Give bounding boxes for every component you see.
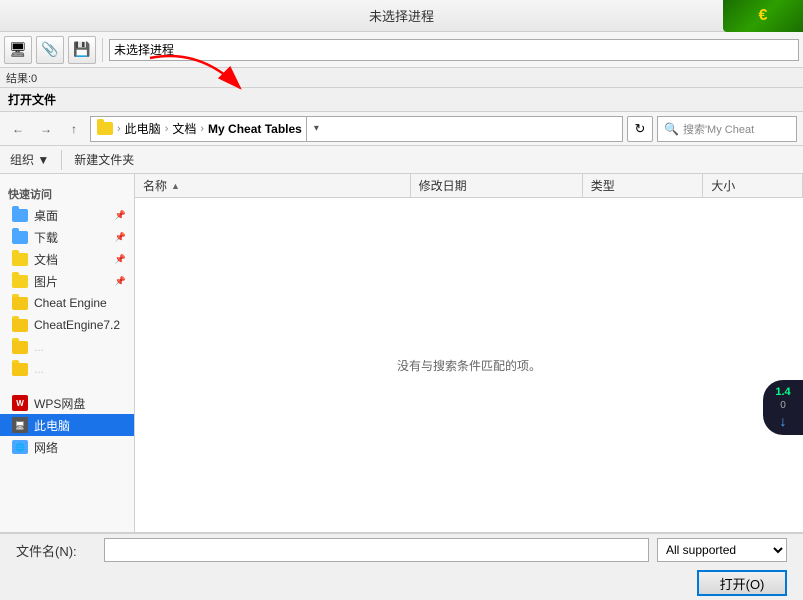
filename-label: 文件名(N): xyxy=(16,541,96,560)
breadcrumb-pc[interactable]: 此电脑 xyxy=(125,120,161,137)
sidebar-item-cheat-engine[interactable]: Cheat Engine xyxy=(0,292,134,314)
forward-btn[interactable]: → xyxy=(34,117,58,141)
search-box[interactable]: 🔍 搜索'My Cheat xyxy=(657,116,797,142)
sort-arrow: ▲ xyxy=(171,181,180,191)
back-btn[interactable]: ← xyxy=(6,117,30,141)
pc-icon: 🖥 xyxy=(12,417,28,433)
sidebar-label-pictures: 图片 xyxy=(34,273,58,290)
sidebar-label-wps: WPS网盘 xyxy=(34,395,85,412)
sidebar-item-downloads[interactable]: 下载 📌 xyxy=(0,226,134,248)
sidebar-label-folder2: ... xyxy=(34,362,44,376)
downloads-folder-icon xyxy=(12,231,28,244)
folder1-icon xyxy=(12,341,28,354)
action-row: 打开(O) xyxy=(16,570,787,596)
sidebar-item-folder2[interactable]: ... xyxy=(0,358,134,380)
attach-btn[interactable]: 📎 xyxy=(36,36,64,64)
sidebar-label-cheat-engine: Cheat Engine xyxy=(34,296,107,310)
desktop-folder-icon xyxy=(12,209,28,222)
documents-folder-icon xyxy=(12,253,28,266)
scroll-widget[interactable]: 1.4 0 ↓ xyxy=(763,380,803,435)
sidebar-label-pc: 此电脑 xyxy=(34,417,70,434)
cheat-engine-folder-icon xyxy=(12,297,28,310)
sidebar-item-desktop[interactable]: 桌面 📌 xyxy=(0,204,134,226)
breadcrumb-dropdown[interactable]: ▾ xyxy=(306,116,326,142)
empty-message: 没有与搜索条件匹配的项。 xyxy=(397,357,541,374)
sidebar-label-downloads: 下载 xyxy=(34,229,58,246)
main-content: 快速访问 桌面 📌 下载 📌 文档 📌 图片 📌 xyxy=(0,174,803,532)
dialog-title-bar: 打开文件 xyxy=(0,88,803,112)
dialog-title-text: 打开文件 xyxy=(8,91,56,108)
quick-access-header: 快速访问 xyxy=(0,182,134,204)
save-btn[interactable]: 💾 xyxy=(68,36,96,64)
sidebar: 快速访问 桌面 📌 下载 📌 文档 📌 图片 📌 xyxy=(0,174,135,532)
toolbar2-sep xyxy=(61,150,62,170)
scroll-number: 1.4 xyxy=(775,386,790,398)
file-list: 没有与搜索条件匹配的项。 xyxy=(135,198,803,532)
quick-access-section: 快速访问 桌面 📌 下载 📌 文档 📌 图片 📌 xyxy=(0,182,134,380)
sidebar-item-folder1[interactable]: ... xyxy=(0,336,134,358)
sidebar-item-wps[interactable]: W WPS网盘 xyxy=(0,392,134,414)
process-label: 未选择进程 xyxy=(114,41,174,58)
scroll-sub: 0 xyxy=(780,400,786,411)
breadcrumb-current[interactable]: My Cheat Tables xyxy=(208,122,302,136)
pin-icon-pictures: 📌 xyxy=(115,276,126,287)
col-size-label: 大小 xyxy=(711,177,735,194)
toolbar-separator xyxy=(102,38,103,62)
wps-icon: W xyxy=(12,395,28,411)
cheat-engine72-folder-icon xyxy=(12,319,28,332)
sidebar-item-cheat-engine-72[interactable]: CheatEngine7.2 xyxy=(0,314,134,336)
filetype-select[interactable]: All supported xyxy=(657,538,787,562)
filename-input[interactable] xyxy=(104,538,649,562)
bottom-bar: 文件名(N): All supported 打开(O) xyxy=(0,532,803,600)
pin-icon-downloads: 📌 xyxy=(115,232,126,243)
results-bar: 结果:0 xyxy=(0,68,803,88)
col-header-size[interactable]: 大小 xyxy=(703,174,803,197)
breadcrumb-area: › 此电脑 › 文档 › My Cheat Tables ▾ xyxy=(90,116,623,142)
filename-row: 文件名(N): All supported xyxy=(16,538,787,562)
monitor-icon-btn[interactable]: 🖥 xyxy=(4,36,32,64)
pictures-folder-icon xyxy=(12,275,28,288)
up-btn[interactable]: ↑ xyxy=(62,117,86,141)
title-bar: 未选择进程 € xyxy=(0,0,803,32)
pin-icon-documents: 📌 xyxy=(115,254,126,265)
col-header-date[interactable]: 修改日期 xyxy=(411,174,583,197)
col-type-label: 类型 xyxy=(591,177,615,194)
breadcrumb-folder-icon xyxy=(97,122,113,135)
col-name-label: 名称 xyxy=(143,177,167,194)
sidebar-item-pictures[interactable]: 图片 📌 xyxy=(0,270,134,292)
open-button[interactable]: 打开(O) xyxy=(697,570,787,596)
pin-icon-desktop: 📌 xyxy=(115,210,126,221)
network-icon: 🌐 xyxy=(12,440,28,454)
col-header-type[interactable]: 类型 xyxy=(583,174,703,197)
breadcrumb-docs[interactable]: 文档 xyxy=(172,120,196,137)
sidebar-item-pc[interactable]: 🖥 此电脑 xyxy=(0,414,134,436)
sidebar-label-network: 网络 xyxy=(34,439,58,456)
refresh-btn[interactable]: ↻ xyxy=(627,116,653,142)
organize-btn[interactable]: 组织 ▼ xyxy=(6,148,53,172)
ce-logo: € xyxy=(723,0,803,32)
sidebar-item-network[interactable]: 🌐 网络 xyxy=(0,436,134,458)
new-folder-btn[interactable]: 新建文件夹 xyxy=(70,148,138,172)
col-header-name[interactable]: 名称 ▲ xyxy=(135,174,411,197)
sidebar-label-documents: 文档 xyxy=(34,251,58,268)
file-area: 名称 ▲ 修改日期 类型 大小 没有与搜索条件匹配的项。 xyxy=(135,174,803,532)
results-label: 结果:0 xyxy=(6,70,37,86)
file-header: 名称 ▲ 修改日期 类型 大小 xyxy=(135,174,803,198)
address-bar: ← → ↑ › 此电脑 › 文档 › My Cheat Tables ▾ ↻ 🔍… xyxy=(0,112,803,146)
process-display: 未选择进程 xyxy=(109,39,799,61)
sidebar-label-cheat-engine-72: CheatEngine7.2 xyxy=(34,318,120,332)
sidebar-label-desktop: 桌面 xyxy=(34,207,58,224)
search-placeholder: 搜索'My Cheat xyxy=(683,121,754,137)
scroll-down-icon[interactable]: ↓ xyxy=(780,413,787,429)
file-toolbar: 组织 ▼ 新建文件夹 xyxy=(0,146,803,174)
search-icon: 🔍 xyxy=(664,122,679,136)
sidebar-item-documents[interactable]: 文档 📌 xyxy=(0,248,134,270)
window-title: 未选择进程 xyxy=(369,6,434,25)
ce-letter: € xyxy=(759,7,768,25)
col-date-label: 修改日期 xyxy=(419,177,467,194)
sidebar-label-folder1: ... xyxy=(34,340,44,354)
folder2-icon xyxy=(12,363,28,376)
main-toolbar: 🖥 📎 💾 未选择进程 xyxy=(0,32,803,68)
